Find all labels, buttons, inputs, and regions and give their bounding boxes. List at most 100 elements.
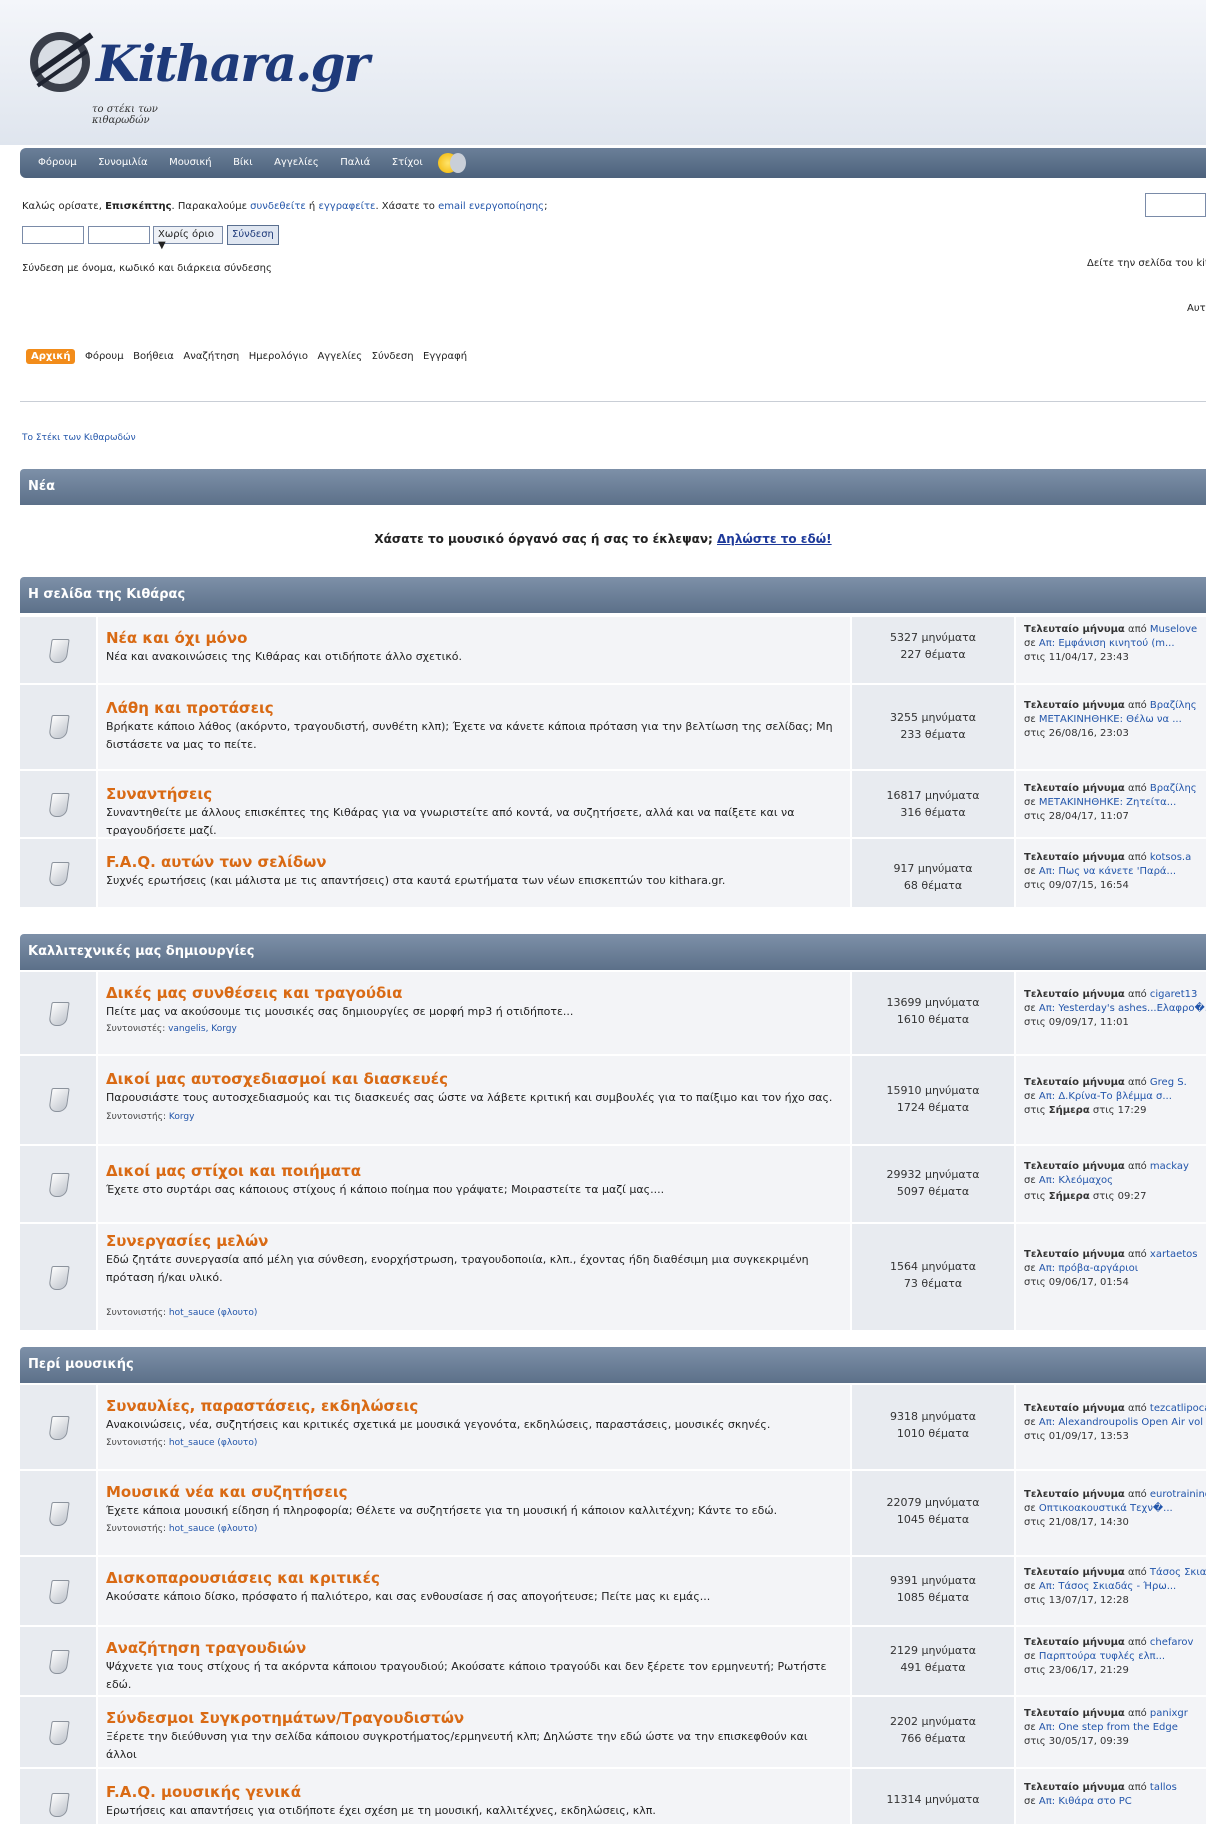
moderator-link[interactable]: vangelis, Korgy	[168, 1024, 237, 1034]
last-post-topic: σε Απ: One step from the Edge	[1024, 1722, 1178, 1733]
last-post-date: στις 09/07/15, 16:54	[1024, 880, 1129, 891]
last-post-topic-link[interactable]: Απ: One step from the Edge	[1039, 1722, 1178, 1733]
username-input[interactable]	[22, 226, 84, 244]
last-post-topic-link[interactable]: Οπτικοακουστικά Τεχν�...	[1039, 1503, 1173, 1514]
nav-chat[interactable]: Συνομιλία	[98, 157, 147, 168]
board-title[interactable]: F.A.Q. μουσικής γενικά	[106, 1783, 301, 1801]
last-post-topic-link[interactable]: Απ: Τάσος Σκιαδάς - Ήρω...	[1039, 1581, 1176, 1592]
board-title[interactable]: F.A.Q. αυτών των σελίδων	[106, 853, 326, 871]
last-post-topic-link[interactable]: Απ: Yesterday's ashes...Ελαφρο�...	[1039, 1003, 1206, 1014]
last-post-topic-link[interactable]: Απ: πρόβα-αργάριοι	[1039, 1263, 1138, 1274]
last-post-user-link[interactable]: kotsos.a	[1150, 852, 1191, 863]
board-title[interactable]: Νέα και όχι μόνο	[106, 629, 247, 647]
menu-register[interactable]: Εγγραφή	[423, 351, 467, 362]
last-post-user-link[interactable]: Βραζίλης	[1150, 783, 1197, 794]
last-post-user-link[interactable]: Τάσος Σκιαδάς	[1150, 1567, 1206, 1578]
last-post-topic-link[interactable]: Απ: Κιθάρα στο PC	[1039, 1796, 1132, 1807]
last-post-user-link[interactable]: Muselove	[1150, 624, 1197, 635]
board-title[interactable]: Αναζήτηση τραγουδιών	[106, 1639, 306, 1657]
last-post-by: Τελευταίο μήνυμα από panixgr	[1024, 1708, 1188, 1719]
moderator-link[interactable]: hot_sauce (φλουτο)	[169, 1524, 257, 1534]
moderator-link[interactable]: hot_sauce (φλουτο)	[169, 1308, 257, 1318]
board-title[interactable]: Δισκοπαρουσιάσεις και κριτικές	[106, 1569, 380, 1587]
last-post-topic-link[interactable]: Απ: Δ.Κρίνα-Το βλέμμα σ...	[1039, 1091, 1172, 1102]
last-post-topic-link[interactable]: ΜΕΤΑΚΙΝΗΘΗΚΕ: Ζητείτα...	[1039, 797, 1176, 808]
nav-wiki[interactable]: Βίκι	[233, 157, 253, 168]
last-post-topic-link[interactable]: Απ: Εμφάνιση κινητού (m...	[1039, 638, 1175, 649]
nav-forum[interactable]: Φόρουμ	[38, 157, 77, 168]
topic-count: 73 θέματα	[903, 1277, 963, 1290]
menu-search[interactable]: Αναζήτηση	[183, 351, 239, 362]
last-post-user-link[interactable]: Βραζίλης	[1150, 700, 1197, 711]
last-post-by: Τελευταίο μήνυμα από Τάσος Σκιαδάς	[1024, 1566, 1206, 1580]
board-title[interactable]: Δικοί μας στίχοι και ποιήματα	[106, 1162, 361, 1180]
top-navigation: Φόρουμ Συνομιλία Μουσική Βίκι Αγγελίες Π…	[20, 148, 1206, 178]
site-logo[interactable]: Kithara.gr το στέκι των κιθαρωδών	[18, 12, 370, 126]
moderator-link[interactable]: hot_sauce (φλουτο)	[169, 1438, 257, 1448]
last-post-topic-link[interactable]: Απ: Κλεόμαχος	[1039, 1175, 1113, 1186]
last-post-user-link[interactable]: tallos	[1150, 1782, 1177, 1793]
last-post-user-link[interactable]: xartaetos	[1150, 1249, 1198, 1260]
board-row: Σύνδεσμοι Συγκροτημάτων/Τραγουδιστών Ξέρ…	[20, 1697, 1206, 1767]
last-post-topic-link[interactable]: Απ: Alexandroupolis Open Air vol II	[1039, 1417, 1206, 1428]
last-post-topic: σε Απ: Yesterday's ashes...Ελαφρο�...	[1024, 1002, 1206, 1016]
nav-music[interactable]: Μουσική	[169, 157, 212, 168]
category-header[interactable]: Καλλιτεχνικές μας δημιουργίες	[20, 934, 1206, 970]
menu-ads[interactable]: Αγγελίες	[317, 351, 362, 362]
last-post-user-link[interactable]: eurotraining	[1150, 1489, 1206, 1500]
last-post-topic-link[interactable]: Παρπτούρα τυφλές ελπ...	[1039, 1651, 1165, 1662]
moderator-link[interactable]: Korgy	[169, 1112, 195, 1122]
last-post-user-link[interactable]: cigaret13	[1150, 989, 1197, 1000]
topic-count: 491 θέματα	[900, 1661, 966, 1674]
last-post-topic: σε Απ: Τάσος Σκιαδάς - Ήρω...	[1024, 1581, 1177, 1592]
category-header[interactable]: Περί μουσικής	[20, 1347, 1206, 1383]
last-post-user-link[interactable]: Greg S.	[1150, 1077, 1187, 1088]
last-post-date: στις Σήμερα στις 09:27	[1024, 1191, 1147, 1202]
last-post-by: Τελευταίο μήνυμα από tezcatlipoca4	[1024, 1402, 1206, 1416]
search-input[interactable]	[1145, 193, 1206, 217]
last-post-user-link[interactable]: tezcatlipoca4	[1150, 1403, 1206, 1414]
password-input[interactable]	[88, 226, 150, 244]
last-post-topic: σε ΜΕΤΑΚΙΝΗΘΗΚΕ: Ζητείτα...	[1024, 797, 1177, 808]
board-title[interactable]: Μουσικά νέα και συζητήσεις	[106, 1483, 348, 1501]
board-description: Έχετε κάποια μουσική είδηση ή πληροφορία…	[106, 1504, 778, 1517]
post-count: 22079 μηνύματα	[886, 1496, 980, 1509]
last-post-user-link[interactable]: panixgr	[1150, 1708, 1188, 1719]
menu-login[interactable]: Σύνδεση	[372, 351, 414, 362]
last-post-date: στις 13/07/17, 12:28	[1024, 1595, 1129, 1606]
last-post-topic-link[interactable]: Απ: Πως να κάνετε 'Παρά...	[1039, 866, 1176, 877]
category-header[interactable]: Η σελίδα της Κιθάρας	[20, 577, 1206, 613]
board-title[interactable]: Λάθη και προτάσεις	[106, 699, 274, 717]
breadcrumb-home-link[interactable]: Το Στέκι των Κιθαρωδών	[22, 433, 136, 443]
board-description: Βρήκατε κάποιο λάθος (ακόρντο, τραγουδισ…	[106, 720, 833, 751]
post-count: 13699 μηνύματα	[886, 996, 980, 1009]
last-post-user-link[interactable]: chefarov	[1150, 1637, 1194, 1648]
page-link-text[interactable]: Δείτε την σελίδα του kithe	[1087, 258, 1206, 269]
menu-home[interactable]: Αρχική	[26, 349, 76, 364]
nav-ads[interactable]: Αγγελίες	[274, 157, 319, 168]
board-icon	[48, 639, 70, 663]
nav-lyrics[interactable]: Στίχοι	[392, 157, 423, 168]
login-link[interactable]: συνδεθείτε	[250, 201, 306, 212]
moon-icon[interactable]	[450, 153, 466, 173]
menu-help[interactable]: Βοήθεια	[133, 351, 174, 362]
menu-calendar[interactable]: Ημερολόγιο	[249, 351, 308, 362]
login-button[interactable]: Σύνδεση	[227, 225, 279, 245]
board-title[interactable]: Δικές μας συνθέσεις και τραγούδια	[106, 984, 402, 1002]
board-title[interactable]: Σύνδεσμοι Συγκροτημάτων/Τραγουδιστών	[106, 1709, 464, 1727]
news-report-link[interactable]: Δηλώστε το εδώ!	[717, 532, 832, 546]
last-post-date: στις 28/04/17, 11:07	[1024, 811, 1129, 822]
nav-old[interactable]: Παλιά	[340, 157, 370, 168]
board-title[interactable]: Συναντήσεις	[106, 785, 212, 803]
activation-email-link[interactable]: email ενεργοποίησης	[438, 201, 544, 212]
register-link[interactable]: εγγραφείτε	[318, 201, 375, 212]
board-title[interactable]: Συναυλίες, παραστάσεις, εκδηλώσεις	[106, 1397, 418, 1415]
last-post-date: στις Σήμερα στις 17:29	[1024, 1105, 1147, 1116]
menu-forum[interactable]: Φόρουμ	[85, 351, 124, 362]
session-duration-select[interactable]: Χωρίς όριο ▼	[153, 226, 223, 251]
last-post-topic-link[interactable]: ΜΕΤΑΚΙΝΗΘΗΚΕ: Θέλω να ...	[1039, 714, 1182, 725]
last-post-user-link[interactable]: mackay	[1150, 1161, 1189, 1172]
board-title[interactable]: Συνεργασίες μελών	[106, 1232, 268, 1250]
board-title[interactable]: Δικοί μας αυτοσχεδιασμοί και διασκευές	[106, 1070, 448, 1088]
last-post-date: στις 09/06/17, 01:54	[1024, 1277, 1129, 1288]
